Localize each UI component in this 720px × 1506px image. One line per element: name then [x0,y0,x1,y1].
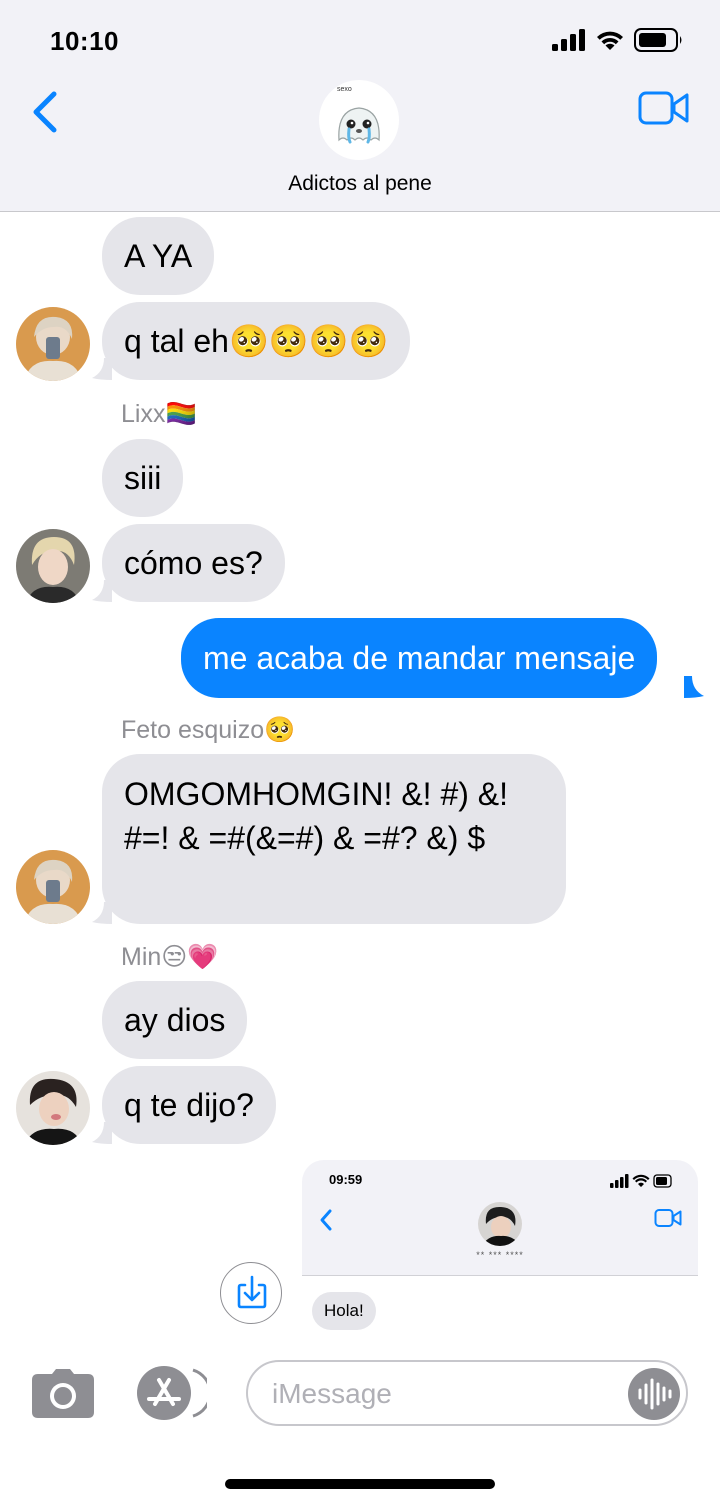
message-bubble[interactable]: OMGOMHOMGIN! &! #) &! #=! & =#(&=#) & =#… [102,754,566,924]
message-text: ay dios [124,1002,226,1038]
status-time: 10:10 [50,26,119,56]
bubble-tail [92,902,112,924]
sender-avatar[interactable] [16,307,90,381]
message-bubble[interactable]: A YA [102,217,215,295]
message-bubble[interactable]: q tal eh🥺🥺🥺🥺 [102,302,411,380]
audio-waveform-icon [638,1378,672,1410]
sender-name: Min😒💗 [121,943,219,971]
message-text: me acaba de mandar mensaje [203,640,636,676]
wifi-icon [597,31,623,50]
signal-icon [552,29,585,51]
screenshot-time: 09:59 [329,1172,363,1187]
screenshot-back-chevron-icon [320,1209,332,1231]
message-text: cómo es? [124,545,263,581]
video-camera-icon[interactable] [638,90,690,126]
screenshot-message-bubble: Hola! [312,1292,376,1330]
message-bubble-outgoing[interactable]: me acaba de mandar mensaje [181,618,658,698]
avatar-caption: sexo [337,86,352,93]
conversation-header: 10:10 sexo Adictos al pene [0,0,720,212]
bubble-tail [684,676,704,698]
crying-ghost-sticker-icon [338,107,380,144]
back-chevron-icon[interactable] [26,86,70,138]
camera-icon[interactable] [32,1368,94,1418]
avatar-photo-icon [16,307,90,381]
avatar-photo-icon [16,1071,90,1145]
screenshot-message-text: Hola! [324,1301,364,1320]
audio-record-button[interactable] [628,1368,680,1420]
screenshot-status-icons [610,1174,672,1188]
message-text: OMGOMHOMGIN! &! #) &! #=! & =#(&=#) & =#… [124,776,509,856]
message-text: siii [124,460,162,496]
group-avatar[interactable]: sexo [319,80,399,160]
sender-avatar[interactable] [16,850,90,924]
bubble-tail [92,1122,112,1144]
home-indicator [225,1479,495,1489]
app-store-icon[interactable] [135,1366,207,1420]
message-text: q te dijo? [124,1087,254,1123]
battery-icon [634,28,682,52]
bubble-tail [92,358,112,380]
screenshot-header: 09:59 ** *** **** [302,1160,698,1276]
sender-name: Feto esquizo🥺 [121,716,296,744]
screenshot-contact-avatar [478,1202,522,1246]
message-input[interactable] [272,1372,612,1416]
group-name[interactable]: Adictos al pene [0,172,720,196]
message-bubble[interactable]: q te dijo? [102,1066,276,1144]
bubble-tail [92,580,112,602]
message-input-field[interactable] [246,1360,688,1426]
save-download-icon [237,1275,267,1309]
message-text: A YA [124,238,193,274]
sender-avatar[interactable] [16,1071,90,1145]
screenshot-video-icon [654,1209,682,1227]
message-text: q tal eh🥺🥺🥺🥺 [124,323,389,359]
message-bubble[interactable]: ay dios [102,981,248,1059]
message-bubble[interactable]: cómo es? [102,524,285,602]
status-icons [552,28,684,52]
screenshot-contact-name: ** *** **** [476,1250,524,1260]
avatar-photo-icon [16,850,90,924]
shared-screenshot-attachment[interactable]: 09:59 ** *** **** Hola! [302,1160,698,1336]
save-download-button[interactable] [220,1262,282,1324]
avatar-photo-icon [16,529,90,603]
sender-avatar[interactable] [16,529,90,603]
sender-name: Lixx🏳️‍🌈 [121,400,197,428]
message-bubble[interactable]: siii [102,439,184,517]
